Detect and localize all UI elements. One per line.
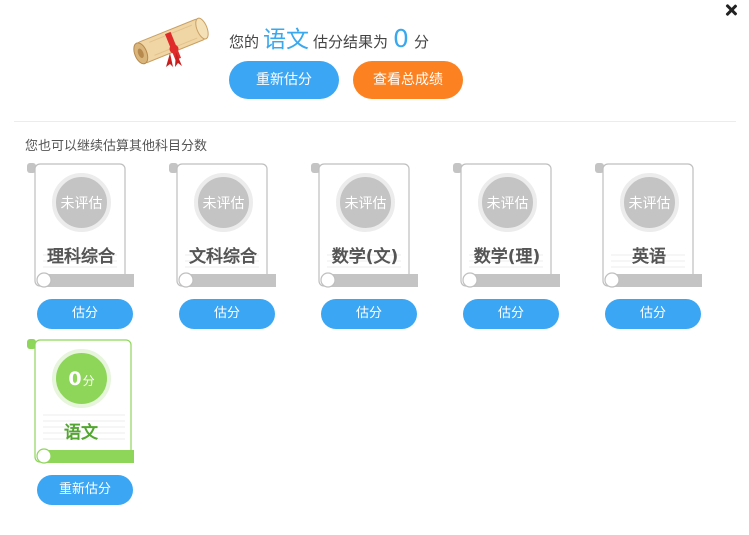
subject-card-math-arts: 未评估 数学(文) 估分: [309, 163, 419, 329]
subject-card-math-science: 未评估 数学(理) 估分: [451, 163, 561, 329]
subject-card-chinese: 0 分 语文 重新估分: [25, 339, 135, 505]
view-total-score-button[interactable]: 查看总成绩: [353, 61, 463, 99]
subject-card-science: 未评估 理科综合 估分: [25, 163, 135, 329]
subject-name: 理科综合: [47, 247, 115, 267]
scroll-diploma-icon: [133, 17, 209, 67]
result-suffix: 分: [413, 33, 429, 51]
subject-name: 英语: [632, 247, 666, 267]
re-estimate-button[interactable]: 重新估分: [37, 475, 133, 505]
subject-card-liberal-arts: 未评估 文科综合 估分: [167, 163, 277, 329]
subject-card-english: 未评估 英语 估分: [593, 163, 703, 329]
result-score: 0: [393, 24, 409, 53]
estimate-button[interactable]: 估分: [37, 299, 133, 329]
continue-hint: 您也可以继续估算其他科目分数: [25, 139, 208, 154]
subject-name: 文科综合: [189, 247, 257, 267]
status-badge: 未评估: [52, 173, 111, 232]
score-badge: 0 分: [52, 349, 111, 408]
subject-name: 语文: [64, 423, 98, 443]
close-icon[interactable]: [721, 1, 741, 21]
subject-name: 数学(文): [331, 247, 399, 267]
retry-estimate-button[interactable]: 重新估分: [229, 61, 339, 99]
score-unit: 分: [82, 373, 95, 388]
divider: [14, 121, 736, 122]
result-subject: 语文: [263, 27, 310, 53]
estimate-button[interactable]: 估分: [321, 299, 417, 329]
result-prefix: 您的: [229, 33, 260, 51]
result-summary: 您的 语文 估分结果为 0 分: [229, 20, 429, 53]
status-badge: 未评估: [194, 173, 253, 232]
estimate-button[interactable]: 估分: [605, 299, 701, 329]
status-badge: 未评估: [336, 173, 395, 232]
estimate-button[interactable]: 估分: [463, 299, 559, 329]
subject-name: 数学(理): [473, 247, 541, 267]
result-middle: 估分结果为: [313, 33, 389, 51]
score-value: 0: [68, 367, 82, 390]
status-badge: 未评估: [620, 173, 679, 232]
estimate-button[interactable]: 估分: [179, 299, 275, 329]
status-badge: 未评估: [478, 173, 537, 232]
